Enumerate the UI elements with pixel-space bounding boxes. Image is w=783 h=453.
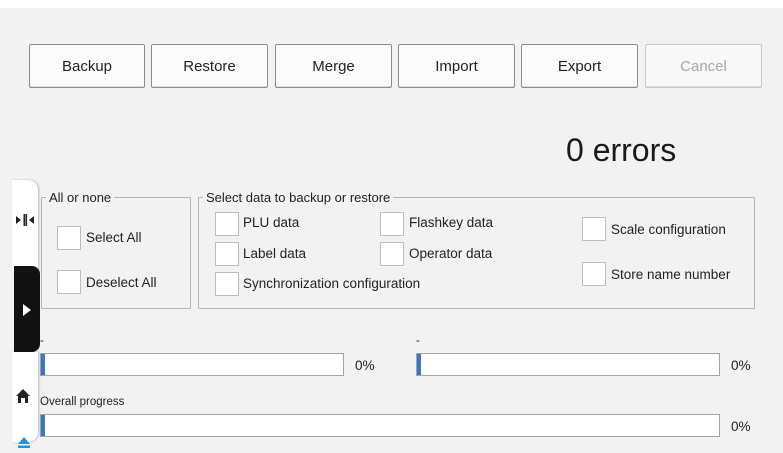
flashkey-data-checkbox[interactable] (380, 212, 404, 236)
export-button[interactable]: Export (521, 44, 638, 88)
eject-icon[interactable] (14, 432, 34, 452)
sync-config-checkbox[interactable] (215, 272, 239, 296)
deselect-all-label[interactable]: Deselect All (86, 275, 157, 290)
right-progress-bar (416, 353, 720, 376)
cancel-button: Cancel (645, 44, 762, 88)
top-strip (0, 0, 783, 8)
error-count: 0 errors (566, 132, 677, 168)
store-name-number-label[interactable]: Store name number (611, 267, 730, 282)
left-progress-percent: 0% (355, 358, 375, 373)
scale-config-checkbox[interactable] (582, 217, 606, 241)
merge-button[interactable]: Merge (275, 44, 392, 88)
label-data-checkbox[interactable] (215, 242, 239, 266)
flashkey-data-label[interactable]: Flashkey data (409, 215, 493, 230)
select-data-legend: Select data to backup or restore (206, 190, 391, 205)
left-progress-label: - (40, 335, 44, 347)
plu-data-checkbox[interactable] (215, 212, 239, 236)
backup-button[interactable]: Backup (29, 44, 145, 88)
right-progress-fill (417, 354, 421, 375)
overall-progress-label: Overall progress (40, 396, 125, 408)
right-progress-percent: 0% (731, 358, 751, 373)
select-all-label[interactable]: Select All (86, 230, 142, 245)
scale-config-label[interactable]: Scale configuration (611, 222, 726, 237)
right-progress-label: - (416, 335, 420, 347)
overall-progress-percent: 0% (731, 419, 751, 434)
left-progress-bar (40, 353, 344, 376)
play-icon[interactable] (14, 298, 40, 322)
operator-data-label[interactable]: Operator data (409, 246, 492, 261)
deselect-all-checkbox[interactable] (57, 270, 81, 294)
plu-data-label[interactable]: PLU data (243, 215, 299, 230)
home-icon[interactable] (12, 385, 34, 407)
overall-progress-fill (41, 415, 45, 436)
side-panel (0, 0, 40, 453)
store-name-number-checkbox[interactable] (582, 262, 606, 286)
import-button[interactable]: Import (398, 44, 515, 88)
restore-button[interactable]: Restore (151, 44, 268, 88)
label-data-label[interactable]: Label data (243, 246, 306, 261)
left-progress-fill (41, 354, 45, 375)
overall-progress-bar (40, 414, 720, 437)
collapse-arrows-icon[interactable] (12, 208, 38, 232)
all-or-none-legend: All or none (49, 190, 112, 205)
sync-config-label[interactable]: Synchronization configuration (243, 276, 420, 291)
operator-data-checkbox[interactable] (380, 242, 404, 266)
select-all-checkbox[interactable] (57, 226, 81, 250)
